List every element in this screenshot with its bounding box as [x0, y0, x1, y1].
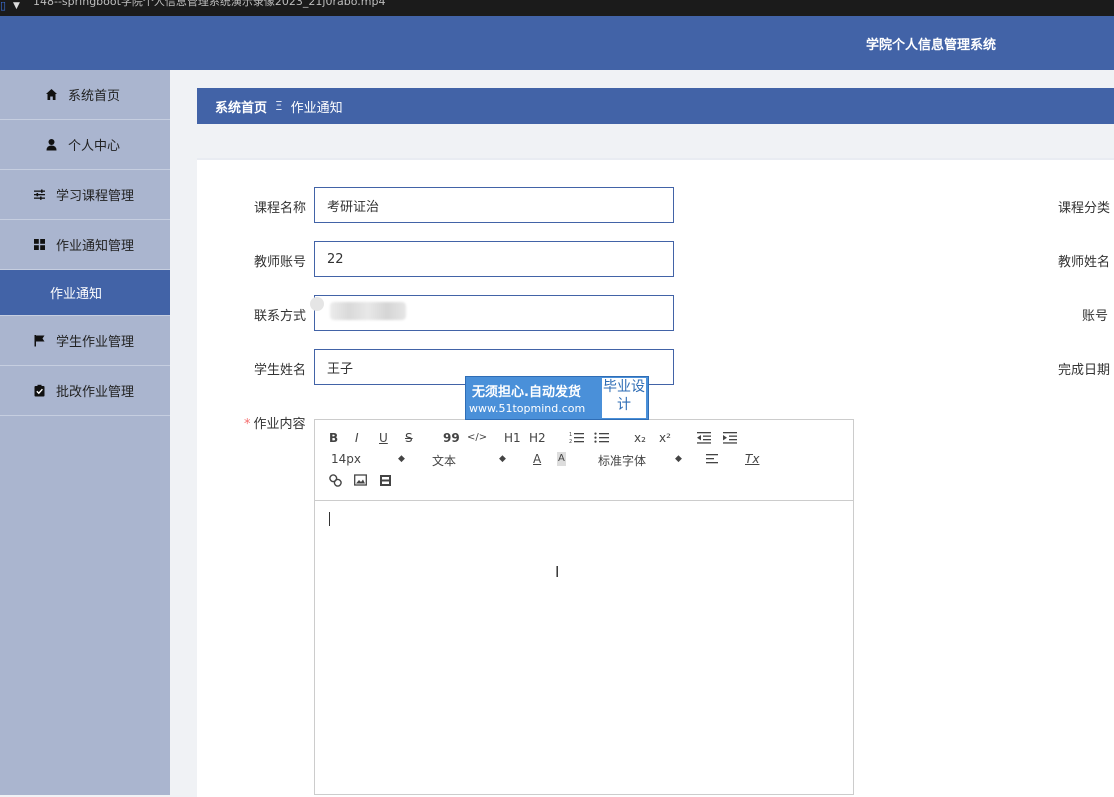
- strike-button[interactable]: S: [405, 431, 413, 445]
- breadcrumb-separator: Ξ: [275, 99, 283, 113]
- sidebar-item-label: 学习课程管理: [56, 189, 135, 204]
- font-color-icon[interactable]: A: [533, 452, 541, 466]
- mouse-ibeam-cursor: Ι: [555, 563, 560, 581]
- header-picker[interactable]: 文本 ◆: [432, 452, 506, 469]
- homework-content-label: * 作业内容: [244, 413, 306, 432]
- chevron-updown-icon: ◆: [398, 454, 405, 464]
- homework-content-label-text: 作业内容: [253, 417, 306, 432]
- clean-format-button[interactable]: Tx: [745, 452, 759, 466]
- font-size-picker[interactable]: 14px ◆: [331, 452, 405, 466]
- chevron-down-icon[interactable]: ▼: [13, 0, 20, 12]
- h1-button[interactable]: H1: [504, 431, 521, 445]
- teacher-account-label: 教师账号: [254, 255, 307, 270]
- finish-date-label: 完成日期: [1058, 363, 1111, 378]
- breadcrumb-current: 作业通知: [290, 100, 343, 116]
- bullet-list-icon[interactable]: [594, 431, 610, 447]
- sidebar-item-label: 作业通知: [50, 287, 103, 302]
- link-icon[interactable]: [329, 474, 342, 490]
- sidebar-item-personal-center[interactable]: 个人中心: [0, 120, 170, 170]
- chevron-updown-icon: ◆: [675, 454, 682, 464]
- flag-icon: [32, 334, 46, 348]
- sidebar-item-label: 作业通知管理: [56, 239, 135, 254]
- window-titlebar: ▯ ▼ 148--springboot学院个人信息管理系统演示录像2023_21…: [0, 0, 1114, 16]
- redaction-mark: [310, 297, 324, 311]
- editor-toolbar: B I U S 99 </> H1 H2 12 x₂ x² 14px ◆ 文本 …: [315, 420, 853, 501]
- sidebar-item-homework-notice-management[interactable]: 作业通知管理: [0, 220, 170, 270]
- sidebar-item-student-homework-management[interactable]: 学生作业管理: [0, 316, 170, 366]
- h2-button[interactable]: H2: [529, 431, 546, 445]
- clipboard-check-icon: [32, 384, 46, 398]
- window-title: 148--springboot学院个人信息管理系统演示录像2023_21j0ra…: [33, 0, 386, 8]
- redaction-blur: [330, 302, 406, 320]
- system-title: 学院个人信息管理系统: [866, 38, 997, 53]
- sidebar: 系统首页 个人中心 学习课程管理 作业通知管理 作业通知 学生作业管理 批改作业…: [0, 70, 170, 795]
- teacher-name-label: 教师姓名: [1058, 255, 1111, 270]
- sidebar-item-course-management[interactable]: 学习课程管理: [0, 170, 170, 220]
- font-family-value: 标准字体: [598, 454, 647, 468]
- sidebar-item-label: 批改作业管理: [56, 385, 135, 400]
- grid-icon: [32, 238, 46, 252]
- header-picker-value: 文本: [432, 454, 457, 468]
- bold-button[interactable]: B: [329, 431, 338, 445]
- rich-text-editor: B I U S 99 </> H1 H2 12 x₂ x² 14px ◆ 文本 …: [314, 419, 854, 795]
- italic-button[interactable]: I: [355, 431, 359, 445]
- image-icon[interactable]: [354, 474, 367, 489]
- align-icon[interactable]: [706, 453, 720, 468]
- sidebar-item-home[interactable]: 系统首页: [0, 70, 170, 120]
- sidebar-item-label: 个人中心: [68, 139, 121, 154]
- watermark-box: 毕业设计: [602, 378, 646, 418]
- superscript-button[interactable]: x²: [659, 431, 671, 445]
- ordered-list-icon[interactable]: 12: [569, 431, 585, 447]
- course-name-input[interactable]: 考研证治: [314, 187, 674, 223]
- svg-text:1: 1: [569, 432, 572, 438]
- code-block-button[interactable]: </>: [467, 431, 487, 445]
- breadcrumb: 系统首页 Ξ 作业通知: [197, 88, 1114, 124]
- required-mark: *: [244, 417, 251, 432]
- course-name-label: 课程名称: [254, 201, 307, 216]
- home-icon: [44, 88, 58, 102]
- sidebar-item-label: 系统首页: [68, 89, 121, 104]
- chevron-updown-icon: ◆: [499, 454, 506, 464]
- svg-text:2: 2: [569, 439, 572, 444]
- watermark-badge: 无须担心.自动发货 www.51topmind.com 毕业设计: [465, 376, 649, 420]
- blockquote-button[interactable]: 99: [443, 431, 460, 445]
- video-file-icon: ▯: [0, 0, 7, 12]
- breadcrumb-home[interactable]: 系统首页: [215, 97, 267, 116]
- outdent-icon[interactable]: [696, 431, 712, 447]
- font-size-value: 14px: [331, 452, 361, 466]
- font-family-picker[interactable]: 标准字体 ◆: [598, 452, 682, 469]
- sliders-icon: [32, 188, 46, 202]
- watermark-line1: 无须担心.自动发货: [472, 385, 581, 400]
- app-header: 学院个人信息管理系统: [0, 16, 1114, 70]
- indent-icon[interactable]: [722, 431, 738, 447]
- contact-label: 联系方式: [254, 309, 307, 324]
- underline-button[interactable]: U: [379, 431, 388, 445]
- sidebar-item-grading-management[interactable]: 批改作业管理: [0, 366, 170, 416]
- editor-content-area[interactable]: [315, 501, 853, 795]
- student-name-label: 学生姓名: [254, 363, 307, 378]
- teacher-account-input[interactable]: 22: [314, 241, 674, 277]
- sidebar-item-homework-notice[interactable]: 作业通知: [0, 270, 170, 316]
- subscript-button[interactable]: x₂: [634, 431, 646, 445]
- account-label: 账号: [1082, 309, 1109, 324]
- video-icon[interactable]: [379, 474, 392, 490]
- user-icon: [44, 138, 58, 152]
- background-color-icon[interactable]: A: [557, 452, 566, 466]
- sidebar-item-label: 学生作业管理: [56, 335, 135, 350]
- watermark-url: www.51topmind.com: [469, 402, 586, 415]
- course-category-label: 课程分类: [1058, 201, 1111, 216]
